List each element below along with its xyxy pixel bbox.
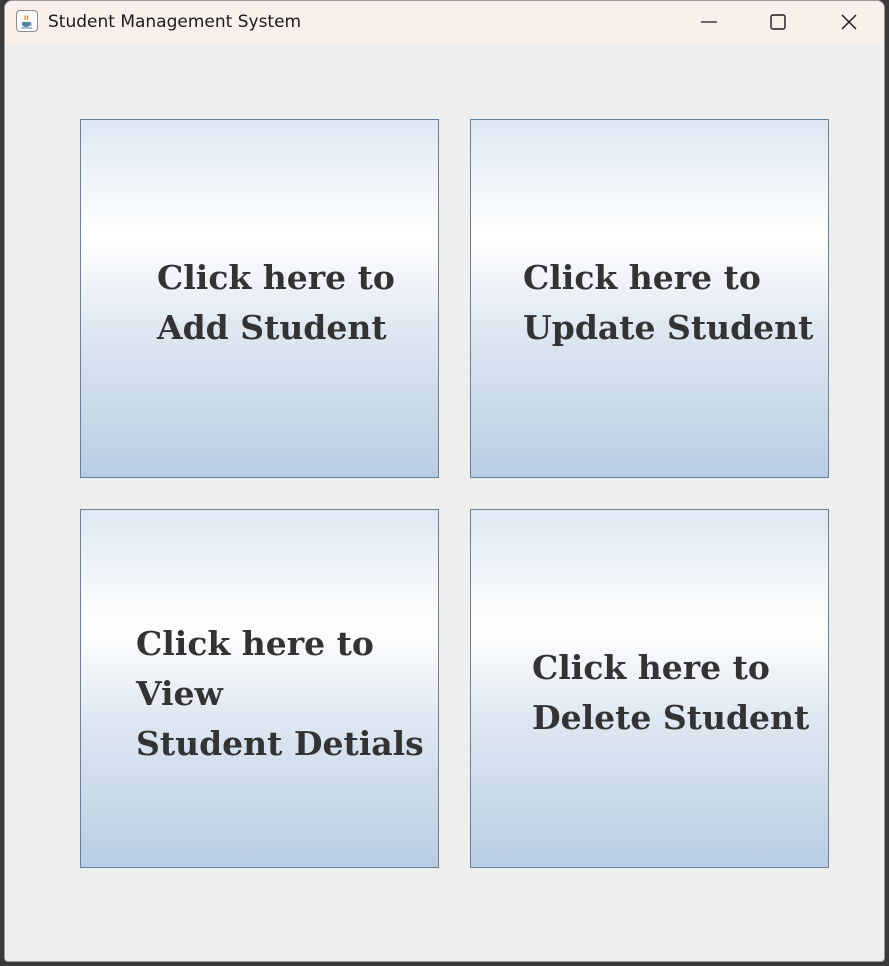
content-panel: Click here to Add Student Click here to … [5,43,884,961]
add-student-label: Click here to Add Student [157,258,395,347]
view-student-details-label: Click here to View Student Detials [136,624,424,763]
maximize-icon [770,14,786,30]
minimize-icon [701,21,717,23]
app-window: Student Management System Click here to … [4,0,885,962]
close-button[interactable] [814,1,884,43]
title-bar[interactable]: Student Management System [5,1,884,43]
minimize-button[interactable] [674,1,744,43]
delete-student-button[interactable]: Click here to Delete Student [470,509,829,868]
add-student-button[interactable]: Click here to Add Student [80,119,439,478]
delete-student-label: Click here to Delete Student [532,648,810,737]
update-student-label: Click here to Update Student [523,258,814,347]
view-student-details-button[interactable]: Click here to View Student Detials [80,509,439,868]
maximize-button[interactable] [743,1,813,43]
java-cup-icon[interactable] [16,10,38,32]
close-icon [841,14,857,30]
update-student-button[interactable]: Click here to Update Student [470,119,829,478]
window-title: Student Management System [48,12,302,32]
